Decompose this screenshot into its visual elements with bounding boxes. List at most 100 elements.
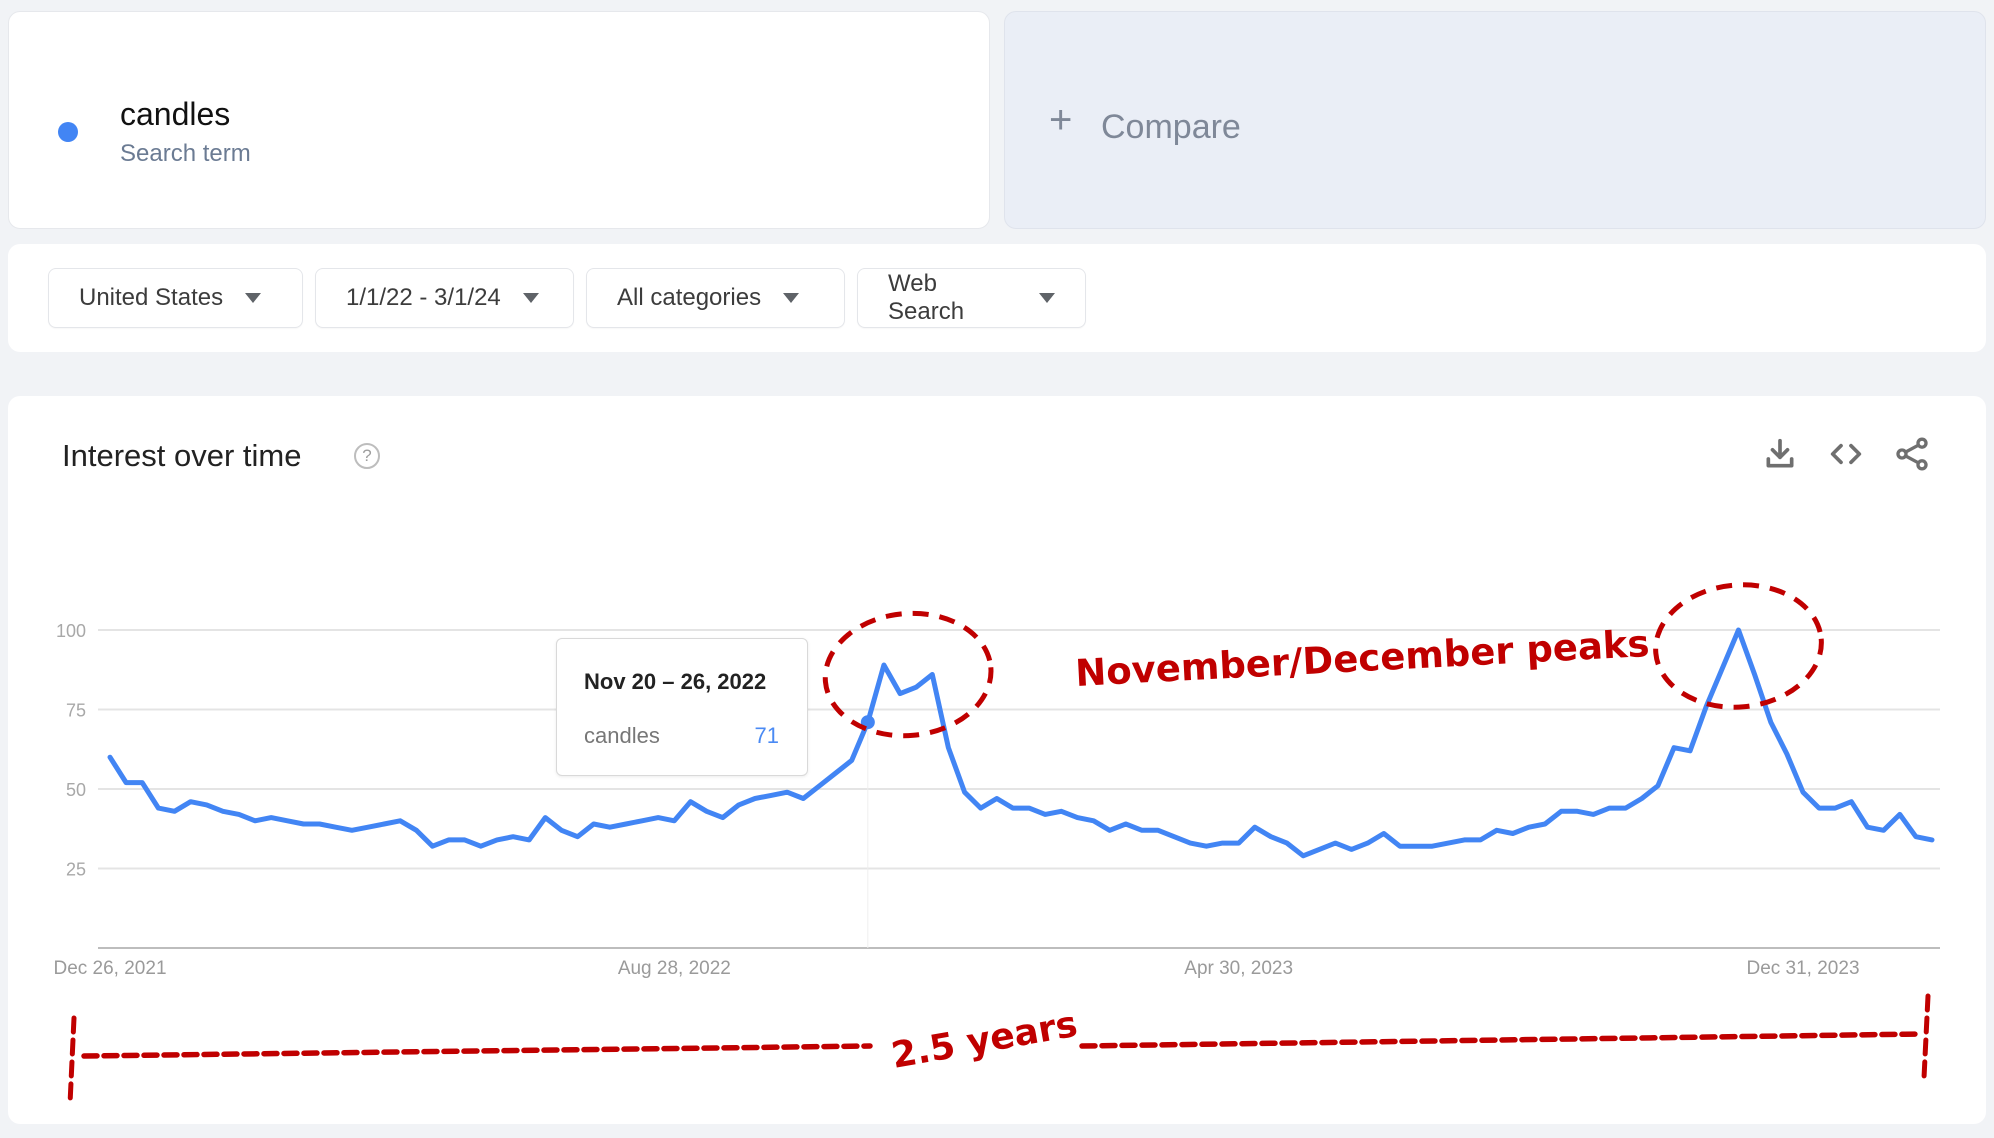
data-point[interactable] (188, 799, 194, 805)
data-point[interactable] (1461, 837, 1467, 843)
data-point[interactable] (1316, 846, 1322, 852)
interest-chart[interactable]: 25 50 75 100 Dec 26, 2021 Aug 28, 2022 Apr 30… (8, 396, 1986, 1124)
data-point[interactable] (1365, 840, 1371, 846)
data-point[interactable] (1671, 745, 1677, 751)
data-point[interactable] (655, 815, 661, 821)
data-point[interactable] (1284, 840, 1290, 846)
data-point[interactable] (752, 796, 758, 802)
data-point[interactable] (1397, 843, 1403, 849)
data-point[interactable] (962, 789, 968, 795)
data-point[interactable] (1816, 805, 1822, 811)
data-point[interactable] (639, 818, 645, 824)
data-point[interactable] (1332, 840, 1338, 846)
data-point[interactable] (139, 780, 145, 786)
data-point[interactable] (268, 815, 274, 821)
data-point[interactable] (1252, 824, 1258, 830)
data-point[interactable] (1026, 805, 1032, 811)
data-point[interactable] (300, 821, 306, 827)
data-point[interactable] (1881, 827, 1887, 833)
data-point[interactable] (1381, 831, 1387, 837)
data-point[interactable] (978, 805, 984, 811)
data-point[interactable] (575, 834, 581, 840)
data-point[interactable] (1349, 846, 1355, 852)
data-point[interactable] (1171, 834, 1177, 840)
data-point[interactable] (849, 757, 855, 763)
compare-button[interactable]: + Compare (1004, 11, 1986, 229)
data-point[interactable] (542, 815, 548, 821)
data-point[interactable] (317, 821, 323, 827)
data-point[interactable] (1010, 805, 1016, 811)
data-point[interactable] (462, 837, 468, 843)
data-point[interactable] (1639, 796, 1645, 802)
data-point[interactable] (397, 818, 403, 824)
data-point[interactable] (526, 837, 532, 843)
data-point[interactable] (171, 808, 177, 814)
data-point[interactable] (1542, 821, 1548, 827)
data-point[interactable] (945, 745, 951, 751)
date-range-dropdown[interactable]: 1/1/22 - 3/1/24 (315, 268, 574, 328)
data-point[interactable] (929, 672, 935, 678)
data-point[interactable] (1187, 840, 1193, 846)
data-point[interactable] (429, 843, 435, 849)
category-dropdown[interactable]: All categories (586, 268, 845, 328)
data-point[interactable] (107, 754, 113, 760)
data-point[interactable] (1832, 805, 1838, 811)
data-point[interactable] (736, 802, 742, 808)
search-term-card[interactable]: candles Search term (8, 11, 990, 229)
data-point[interactable] (1800, 789, 1806, 795)
data-point[interactable] (1526, 824, 1532, 830)
data-point[interactable] (1042, 811, 1048, 817)
data-point[interactable] (349, 827, 355, 833)
data-point[interactable] (413, 827, 419, 833)
search-term-name[interactable]: candles (120, 96, 230, 133)
data-point[interactable] (1478, 837, 1484, 843)
data-point[interactable] (123, 780, 129, 786)
data-point[interactable] (1848, 799, 1854, 805)
data-point[interactable] (1655, 783, 1661, 789)
data-point[interactable] (365, 824, 371, 830)
data-point[interactable] (284, 818, 290, 824)
data-point[interactable] (1929, 837, 1935, 843)
data-point[interactable] (1236, 840, 1242, 846)
data-point[interactable] (607, 824, 613, 830)
data-point[interactable] (1429, 843, 1435, 849)
data-point[interactable] (623, 821, 629, 827)
data-point[interactable] (1768, 719, 1774, 725)
data-point[interactable] (881, 662, 887, 668)
data-point[interactable] (1590, 811, 1596, 817)
data-point[interactable] (558, 827, 564, 833)
data-point[interactable] (720, 815, 726, 821)
data-point[interactable] (381, 821, 387, 827)
data-point[interactable] (1220, 840, 1226, 846)
data-point[interactable] (1123, 821, 1129, 827)
data-point[interactable] (1445, 840, 1451, 846)
data-point[interactable] (155, 805, 161, 811)
data-point[interactable] (671, 818, 677, 824)
data-point[interactable] (768, 792, 774, 798)
search-property-dropdown[interactable]: Web Search (857, 268, 1086, 328)
data-point[interactable] (220, 808, 226, 814)
data-point[interactable] (1752, 672, 1758, 678)
data-point[interactable] (1074, 815, 1080, 821)
data-point[interactable] (1784, 751, 1790, 757)
data-point[interactable] (236, 811, 242, 817)
data-point[interactable] (591, 821, 597, 827)
data-point[interactable] (687, 799, 693, 805)
data-point[interactable] (510, 834, 516, 840)
data-point[interactable] (1607, 805, 1613, 811)
data-point[interactable] (478, 843, 484, 849)
data-point[interactable] (1687, 748, 1693, 754)
data-point[interactable] (252, 818, 258, 824)
data-point[interactable] (1865, 824, 1871, 830)
data-point[interactable] (1736, 627, 1742, 633)
data-point[interactable] (1107, 827, 1113, 833)
region-dropdown[interactable]: United States (48, 268, 303, 328)
data-point[interactable] (1494, 827, 1500, 833)
data-point[interactable] (446, 837, 452, 843)
data-point[interactable] (1719, 665, 1725, 671)
data-point[interactable] (1413, 843, 1419, 849)
data-point[interactable] (1558, 808, 1564, 814)
data-point[interactable] (1058, 808, 1064, 814)
data-point[interactable] (1300, 853, 1306, 859)
data-point[interactable] (494, 837, 500, 843)
